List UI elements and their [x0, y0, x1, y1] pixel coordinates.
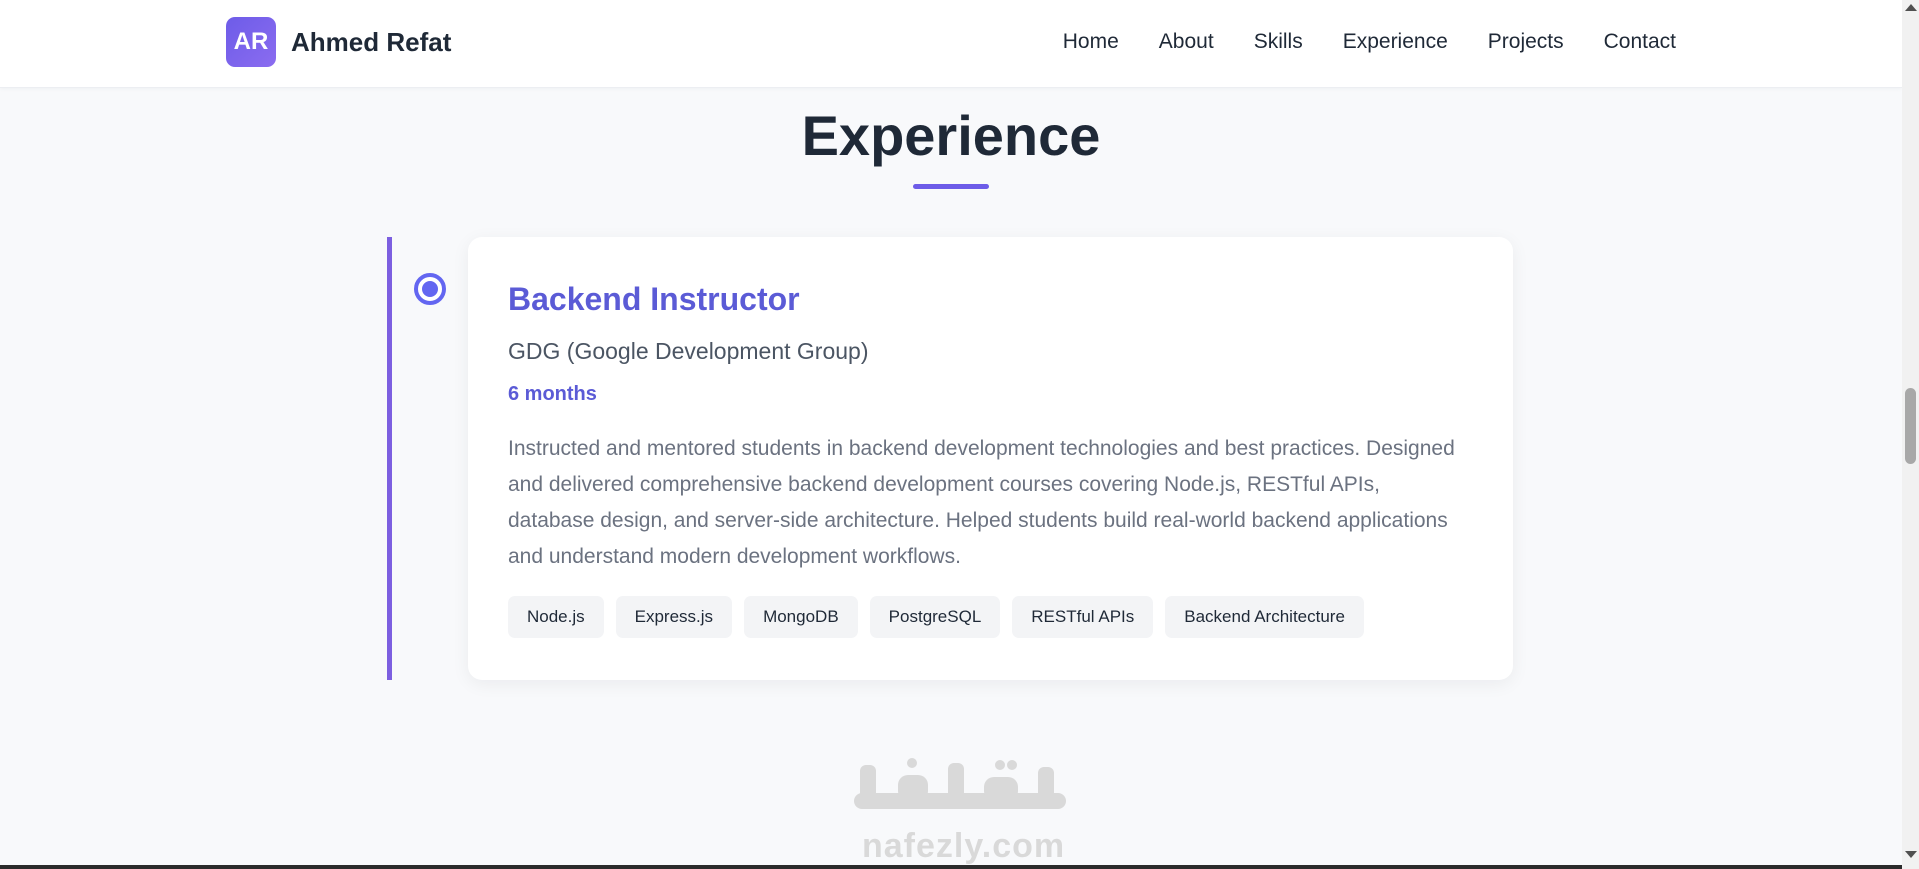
job-description: Instructed and mentored students in back…	[508, 437, 1455, 568]
brand-logo[interactable]: AR	[226, 17, 276, 67]
scroll-down-icon[interactable]	[1905, 851, 1917, 858]
experience-card: Backend Instructor GDG (Google Developme…	[468, 237, 1513, 680]
nafezly-logo-icon	[854, 758, 1066, 809]
tech-tag: RESTful APIs	[1012, 596, 1154, 638]
section-title: Experience	[801, 104, 1101, 167]
company-name: GDG (Google Development Group)	[508, 338, 869, 364]
main-nav: Home About Skills Experience Projects Co…	[1023, 28, 1676, 56]
page: AR Ahmed Refat Home About Skills Experie…	[0, 0, 1902, 865]
tech-tag: MongoDB	[744, 596, 858, 638]
scroll-up-icon[interactable]	[1905, 4, 1917, 11]
brand[interactable]: AR Ahmed Refat	[226, 17, 451, 67]
page-scrollbar[interactable]	[1902, 0, 1919, 869]
navbar: AR Ahmed Refat Home About Skills Experie…	[0, 0, 1902, 88]
tech-tag: Node.js	[508, 596, 604, 638]
tech-tags: Node.js Express.js MongoDB PostgreSQL RE…	[508, 596, 1376, 638]
window-bottom-edge	[0, 865, 1902, 869]
timeline-dot-icon	[414, 273, 446, 305]
job-title: Backend Instructor	[508, 281, 800, 317]
watermark-text: nafezly.com	[862, 827, 1066, 865]
nav-experience-link[interactable]: Experience	[1343, 28, 1448, 56]
timeline-line	[387, 237, 392, 680]
job-duration: 6 months	[508, 383, 597, 405]
nav-projects-link[interactable]: Projects	[1488, 28, 1564, 56]
brand-name[interactable]: Ahmed Refat	[291, 27, 451, 58]
title-underline	[913, 184, 989, 189]
nav-about-link[interactable]: About	[1159, 28, 1214, 56]
scroll-thumb[interactable]	[1905, 388, 1916, 464]
nav-contact-link[interactable]: Contact	[1604, 28, 1676, 56]
nav-skills-link[interactable]: Skills	[1254, 28, 1303, 56]
tech-tag: Backend Architecture	[1165, 596, 1364, 638]
nafezly-watermark: nafezly.com	[850, 755, 1070, 865]
tech-tag: Express.js	[615, 596, 733, 638]
nav-home-link[interactable]: Home	[1063, 28, 1119, 56]
tech-tag: PostgreSQL	[869, 596, 1001, 638]
